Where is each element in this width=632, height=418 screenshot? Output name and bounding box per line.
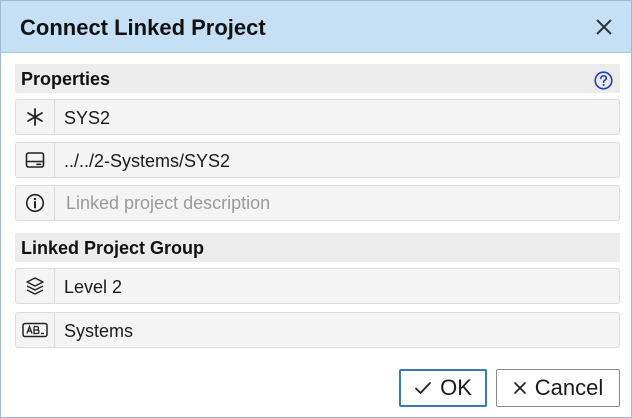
text-field-icon <box>16 313 55 347</box>
asterisk-icon <box>16 100 55 134</box>
title-bar: Connect Linked Project <box>1 1 631 53</box>
cancel-button-label: Cancel <box>534 375 604 400</box>
connect-linked-project-dialog: Connect Linked Project Properties SYS2 .… <box>0 0 632 418</box>
project-path-row[interactable]: ../../2-Systems/SYS2 <box>15 142 620 178</box>
cancel-button[interactable]: Cancel <box>496 369 620 407</box>
group-level-value: Level 2 <box>64 277 123 297</box>
project-name-row[interactable]: SYS2 <box>15 99 620 135</box>
properties-header-label: Properties <box>21 69 111 89</box>
ok-button[interactable]: OK <box>399 369 487 407</box>
properties-section-header: Properties <box>15 64 620 93</box>
project-name-value: SYS2 <box>64 108 111 128</box>
group-category-row[interactable]: Systems <box>15 312 620 348</box>
project-description-row[interactable] <box>15 185 620 221</box>
project-description-input[interactable] <box>64 191 609 215</box>
info-icon <box>16 186 55 220</box>
drive-icon <box>16 143 55 177</box>
dialog-title: Connect Linked Project <box>20 15 266 40</box>
group-level-row[interactable]: Level 2 <box>15 268 620 304</box>
layers-icon <box>16 269 55 303</box>
group-category-value: Systems <box>64 321 134 341</box>
close-icon[interactable] <box>593 16 615 38</box>
project-path-value: ../../2-Systems/SYS2 <box>64 151 231 171</box>
ok-button-label: OK <box>440 375 472 400</box>
cancel-x-icon <box>513 381 527 395</box>
checkmark-icon <box>414 380 432 396</box>
linked-project-group-header-label: Linked Project Group <box>21 238 205 258</box>
help-icon[interactable] <box>594 71 613 90</box>
linked-project-group-section-header: Linked Project Group <box>15 233 620 262</box>
